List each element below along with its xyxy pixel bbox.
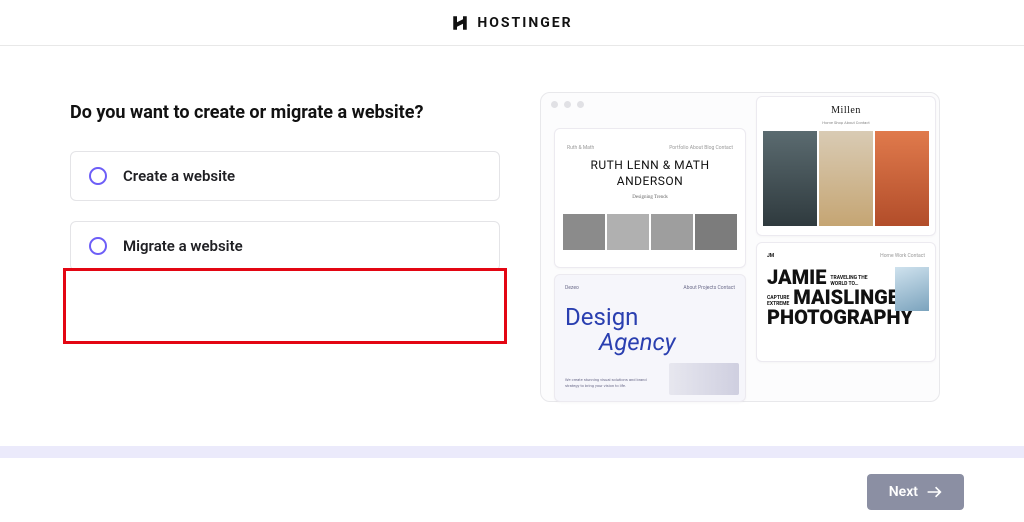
card3-image	[669, 363, 739, 395]
card1-menu-right: Portfolio About Blog Contact	[669, 145, 733, 151]
card2-title: Millen	[763, 105, 929, 116]
app-header: HOSTINGER	[0, 0, 1024, 46]
main-content: Do you want to create or migrate a websi…	[0, 46, 1024, 422]
card4-w3: PHOTOGRAPHY	[767, 307, 913, 327]
template-preview-jamie: JM Home Work Contact JAMIE TRAVELING THE…	[756, 242, 936, 362]
wizard-footer: Next	[0, 462, 1024, 522]
card3-menu-right: About Projects Contact	[683, 285, 735, 291]
card1-title-l1: RUTH LENN & MATH	[563, 157, 737, 173]
card3-line2: Agency	[599, 330, 676, 354]
option-label: Migrate a website	[123, 237, 243, 255]
onboarding-question: Do you want to create or migrate a websi…	[70, 102, 510, 123]
radio-unchecked-icon	[89, 167, 107, 185]
card4-w1: JAMIE	[767, 267, 826, 287]
card1-image-strip	[563, 214, 737, 250]
hostinger-logo-icon	[451, 14, 469, 32]
illustration-cluster: Ruth & Math Portfolio About Blog Contact…	[540, 102, 964, 422]
option-label: Create a website	[123, 167, 235, 185]
radio-unchecked-icon	[89, 237, 107, 255]
card2-menu: Home Shop About Contact	[763, 120, 929, 125]
brand-name: HOSTINGER	[477, 15, 572, 31]
card3-line1: Design	[565, 303, 638, 331]
template-preview-ruth-math: Ruth & Math Portfolio About Blog Contact…	[554, 128, 746, 268]
card4-photo	[895, 267, 929, 311]
traffic-lights-icon	[551, 101, 584, 108]
card1-title-l2: ANDERSON	[563, 173, 737, 189]
card1-subtitle: Designing Trends	[563, 195, 737, 200]
option-migrate-website[interactable]: Migrate a website	[70, 221, 500, 271]
card1-menu-left: Ruth & Math	[567, 145, 594, 151]
card2-gallery	[763, 131, 929, 226]
card3-blurb: We create stunning visual solutions and …	[565, 377, 655, 388]
next-button[interactable]: Next	[867, 474, 964, 510]
template-preview-design-agency: Dezeo About Projects Contact Design Agen…	[554, 274, 746, 402]
card3-menu-left: Dezeo	[565, 285, 579, 291]
arrow-right-icon	[926, 485, 942, 499]
card4-menu: Home Work Contact	[880, 253, 925, 259]
template-preview-millen: Millen Home Shop About Contact	[756, 96, 936, 236]
choice-panel: Do you want to create or migrate a websi…	[70, 102, 510, 422]
option-create-website[interactable]: Create a website	[70, 151, 500, 201]
next-button-label: Next	[889, 484, 918, 500]
card4-logo: JM	[767, 253, 774, 259]
section-divider	[0, 446, 1024, 458]
